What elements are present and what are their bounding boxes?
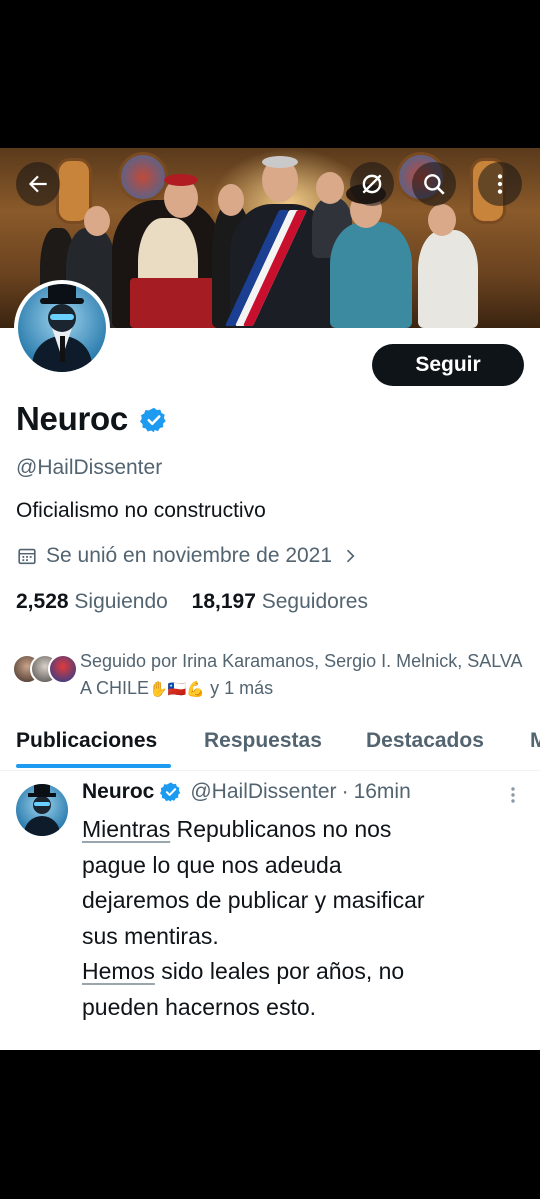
search-button[interactable] bbox=[412, 162, 456, 206]
post-line: dejaremos de publicar y masificar bbox=[82, 887, 425, 913]
followed-by[interactable]: Seguido por Irina Karamanos, Sergio I. M… bbox=[80, 648, 530, 703]
post-header: Neuroc @HailDissenter · 16min bbox=[82, 780, 411, 804]
follow-stats: 2,528 Siguiendo 18,197 Seguidores bbox=[16, 590, 368, 614]
calendar-icon bbox=[18, 548, 36, 565]
followers-link[interactable]: 18,197 Seguidores bbox=[192, 590, 368, 613]
grok-icon bbox=[362, 174, 382, 194]
search-icon bbox=[424, 174, 445, 195]
post-author[interactable]: Neuroc bbox=[82, 780, 154, 804]
following-count: 2,528 bbox=[16, 590, 69, 613]
followers-count: 18,197 bbox=[191, 590, 256, 613]
follow-button[interactable]: Seguir bbox=[372, 344, 524, 386]
profile-name: Neuroc bbox=[16, 400, 128, 437]
post-line: Republicanos no nos bbox=[170, 816, 392, 842]
post-line: sido leales por años, no bbox=[154, 958, 405, 984]
post-hashtag-link[interactable]: Hemos bbox=[82, 958, 155, 984]
post-more-icon[interactable] bbox=[505, 786, 521, 806]
followers-label: Seguidores bbox=[261, 590, 368, 613]
post-handle[interactable]: @HailDissenter bbox=[190, 780, 336, 804]
join-date-text: Se unió en noviembre de 2021 bbox=[46, 544, 333, 567]
profile-handle: @HailDissenter bbox=[16, 456, 163, 479]
arrow-left-icon bbox=[28, 175, 47, 193]
verified-badge-icon bbox=[160, 782, 181, 802]
followed-by-more: y 1 más bbox=[205, 678, 274, 698]
following-label: Siguiendo bbox=[74, 590, 168, 613]
followed-by-emojis: ✋🇨🇱💪 bbox=[149, 680, 206, 698]
post-hashtag-link[interactable]: Mientras bbox=[82, 816, 170, 842]
join-date[interactable]: Se unió en noviembre de 2021 bbox=[16, 544, 360, 568]
post-separator: · bbox=[341, 780, 349, 803]
tab-more[interactable]: M bbox=[530, 729, 540, 753]
chevron-right-icon bbox=[346, 549, 355, 563]
post-avatar[interactable] bbox=[16, 784, 68, 836]
back-button[interactable] bbox=[16, 162, 60, 206]
verified-badge-icon[interactable] bbox=[140, 406, 168, 434]
active-tab-indicator bbox=[16, 764, 171, 768]
tab-destacados[interactable]: Destacados bbox=[366, 729, 484, 753]
more-vertical-icon bbox=[497, 174, 503, 194]
more-button[interactable] bbox=[478, 162, 522, 206]
following-link[interactable]: 2,528 Siguiendo bbox=[16, 590, 168, 613]
profile-bio: Oficialismo no constructivo bbox=[16, 499, 266, 522]
tab-respuestas[interactable]: Respuestas bbox=[204, 729, 322, 753]
post-line: pague lo que nos adeuda bbox=[82, 851, 342, 878]
post-text[interactable]: Mientras Republicanos no nos pague lo qu… bbox=[82, 812, 522, 1025]
post-line: pueden hacernos esto. bbox=[82, 993, 317, 1020]
tab-publicaciones[interactable]: Publicaciones bbox=[16, 729, 157, 753]
avatar[interactable] bbox=[14, 280, 110, 376]
grok-button[interactable] bbox=[350, 162, 394, 206]
post-time[interactable]: 16min bbox=[354, 780, 411, 804]
follower-avatar bbox=[48, 654, 78, 684]
followed-by-text: Seguido por Irina Karamanos, Sergio I. M… bbox=[80, 651, 522, 698]
post-line: sus mentiras. bbox=[82, 922, 219, 949]
